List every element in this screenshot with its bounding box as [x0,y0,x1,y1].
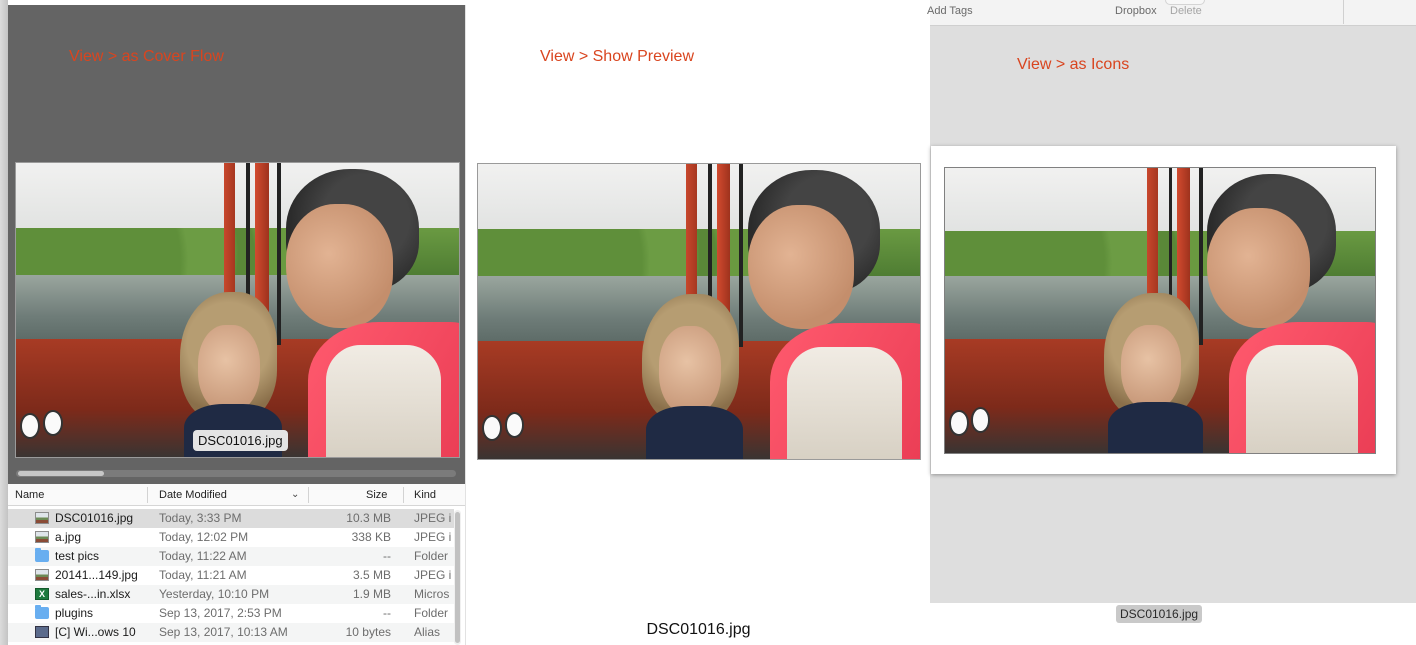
file-name: a.jpg [55,530,82,544]
file-name: [C] Wi...ows 10 [55,625,136,639]
file-date: Yesterday, 10:10 PM [159,587,270,601]
file-kind: Folder [414,549,449,563]
image-file-icon [35,531,49,543]
cover-flow-caption: DSC01016.jpg [193,430,288,451]
dropbox-button[interactable]: Dropbox [1115,5,1157,17]
file-date: Today, 3:33 PM [159,511,242,525]
file-date: Sep 13, 2017, 2:53 PM [159,606,282,620]
file-date: Today, 11:21 AM [159,568,247,582]
icon-thumbnail-card[interactable] [931,146,1396,474]
cover-flow-annotation: View > as Cover Flow [69,48,224,65]
toolbar-divider [1343,0,1344,24]
finder-view-comparison: View > as Cover Flow DSC01016.jpg Name D… [0,0,1416,645]
icon-filename-label[interactable]: DSC01016.jpg [1116,605,1203,623]
sort-chevron-down-icon[interactable]: ⌄ [291,484,299,506]
file-kind: JPEG i [414,511,452,525]
file-name: 20141...149.jpg [55,568,138,582]
file-kind: Alias [414,625,441,639]
list-row[interactable]: plugins Sep 13, 2017, 2:53 PM -- Folder [8,604,454,623]
list-row[interactable]: 20141...149.jpg Today, 11:21 AM 3.5 MB J… [8,566,454,585]
list-header: Name Date Modified ⌄ Size Kind [8,484,465,506]
file-kind: Micros [414,587,450,601]
file-size: 10.3 MB [346,511,391,525]
alias-icon [35,626,49,638]
file-date: Sep 13, 2017, 10:13 AM [159,625,288,639]
list-row[interactable]: a.jpg Today, 12:02 PM 338 KB JPEG i [8,528,454,547]
file-size: -- [383,606,391,620]
excel-file-icon: X [35,588,49,600]
file-name: DSC01016.jpg [55,511,134,525]
column-header-size[interactable]: Size [366,484,387,506]
list-row[interactable]: [C] Wi...ows 10 Sep 13, 2017, 10:13 AM 1… [8,623,454,642]
preview-panel: View > Show Preview DSC01016.jpg [465,5,930,645]
folder-icon [35,605,49,619]
list-scrollbar[interactable] [454,510,461,645]
file-kind: JPEG i [414,568,452,582]
file-date: Today, 12:02 PM [159,530,249,544]
icons-view-panel: Add Tags Dropbox Delete View > as Icons … [927,0,1416,645]
list-row[interactable]: DSC01016.jpg Today, 3:33 PM 10.3 MB JPEG… [8,509,454,528]
file-name: sales-...in.xlsx [55,587,131,601]
preview-filename: DSC01016.jpg [646,621,751,638]
file-size: 1.9 MB [352,587,391,601]
as-icons-annotation: View > as Icons [1017,56,1130,73]
file-size: 338 KB [351,530,391,544]
column-header-date-modified[interactable]: Date Modified [159,484,227,506]
file-list: Name Date Modified ⌄ Size Kind DSC01016.… [8,484,465,645]
file-name: plugins [55,606,94,620]
folder-icon [35,548,49,562]
list-row[interactable]: test pics Today, 11:22 AM -- Folder [8,547,454,566]
column-header-name[interactable]: Name [15,484,44,506]
file-date: Today, 11:22 AM [159,549,247,563]
cover-flow-photo[interactable] [15,162,460,458]
list-row[interactable]: X sales-...in.xlsx Yesterday, 10:10 PM 1… [8,585,454,604]
file-kind: JPEG i [414,530,452,544]
add-tags-button[interactable]: Add Tags [927,5,973,17]
column-header-kind[interactable]: Kind [414,484,436,506]
toolbar: Add Tags Dropbox Delete [927,0,1416,26]
list-scroll-thumb[interactable] [455,512,460,643]
icon-thumbnail-photo[interactable] [944,167,1376,454]
cover-flow-scroll-thumb[interactable] [18,471,104,476]
file-size: 3.5 MB [352,568,391,582]
show-preview-annotation: View > Show Preview [540,48,694,65]
image-file-icon [35,512,49,524]
window-edge [0,0,8,645]
file-size: 10 bytes [345,625,391,639]
delete-button[interactable]: Delete [1170,5,1202,17]
file-size: -- [383,549,391,563]
cover-flow-scrollbar[interactable] [16,470,456,477]
file-kind: Folder [414,606,449,620]
preview-photo [477,163,921,460]
image-file-icon [35,569,49,581]
file-name: test pics [55,549,100,563]
